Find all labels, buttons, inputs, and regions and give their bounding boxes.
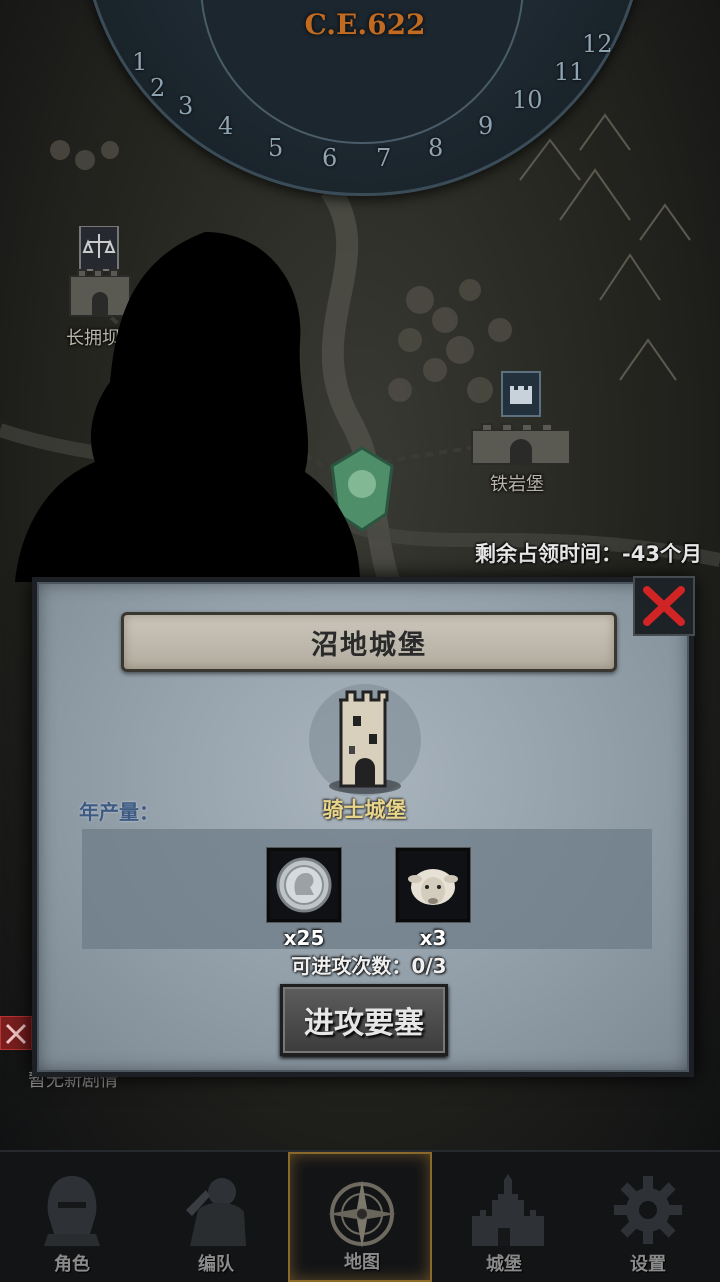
resource-sheep-count: x3 xyxy=(419,926,447,950)
hero-silhouette xyxy=(15,232,360,582)
fortress-tower-icon xyxy=(305,682,425,800)
resource-strip xyxy=(82,829,652,949)
castle-marker-right[interactable] xyxy=(466,370,576,474)
resource-silver: x25 xyxy=(267,848,341,950)
nav-label-map: 地图 xyxy=(344,1252,380,1273)
fortress-type-label: 骑士城堡 xyxy=(322,798,407,822)
attack-count-label: 可进攻次数：0/3 xyxy=(291,954,447,978)
bottom-nav: 角色 编队 地图 城堡 设置 xyxy=(0,1150,720,1282)
nav-item-settings[interactable]: 设置 xyxy=(576,1152,720,1282)
resource-silver-count: x25 xyxy=(283,926,325,950)
nav-label-character: 角色 xyxy=(54,1254,90,1275)
attack-fortress-button[interactable]: 进攻要塞 xyxy=(280,984,448,1056)
nav-item-formation[interactable]: 编队 xyxy=(144,1152,288,1282)
month-7: 7 xyxy=(376,144,392,172)
month-5: 5 xyxy=(268,134,284,162)
annual-production-label: 年产量： xyxy=(79,800,159,824)
knight-helmet-icon xyxy=(44,1176,100,1246)
sheep-icon xyxy=(396,848,470,922)
month-8: 8 xyxy=(428,134,444,162)
nav-label-formation: 编队 xyxy=(198,1254,234,1275)
side-battle-icon[interactable] xyxy=(0,1016,32,1050)
month-10: 10 xyxy=(512,86,543,114)
nav-label-settings: 设置 xyxy=(630,1254,666,1275)
close-icon xyxy=(643,586,685,626)
close-button[interactable] xyxy=(633,576,695,636)
silver-coin-icon xyxy=(267,848,341,922)
resource-sheep: x3 xyxy=(396,848,470,950)
month-11: 11 xyxy=(554,58,585,86)
fortress-dialog: 沼地城堡 骑士城堡 年产量： x25 x3 可进攻次数：0/3 进攻要塞 xyxy=(32,576,695,1077)
gear-icon xyxy=(614,1176,682,1244)
year-label: C.E.622 xyxy=(304,8,426,41)
knight-armor-icon xyxy=(186,1178,246,1246)
nav-item-map[interactable]: 地图 xyxy=(288,1152,432,1282)
month-4: 4 xyxy=(218,112,234,140)
castle-icon xyxy=(472,1174,544,1246)
nav-item-castle[interactable]: 城堡 xyxy=(432,1152,576,1282)
occupy-time-remaining: 剩余占领时间：-43个月 xyxy=(475,542,702,566)
month-2: 2 xyxy=(150,74,166,102)
month-1: 1 xyxy=(132,48,148,76)
fortress-name: 沼地城堡 xyxy=(311,629,427,661)
month-3: 3 xyxy=(178,92,194,120)
month-12: 12 xyxy=(582,30,613,58)
attack-fortress-label: 进攻要塞 xyxy=(304,1006,424,1041)
nav-label-castle: 城堡 xyxy=(486,1254,522,1275)
nav-item-character[interactable]: 角色 xyxy=(0,1152,144,1282)
month-6: 6 xyxy=(322,144,338,172)
dialog-title-banner: 沼地城堡 xyxy=(121,612,617,672)
castle-right-label: 铁岩堡 xyxy=(490,474,544,495)
compass-icon xyxy=(328,1180,396,1248)
month-9: 9 xyxy=(478,112,494,140)
